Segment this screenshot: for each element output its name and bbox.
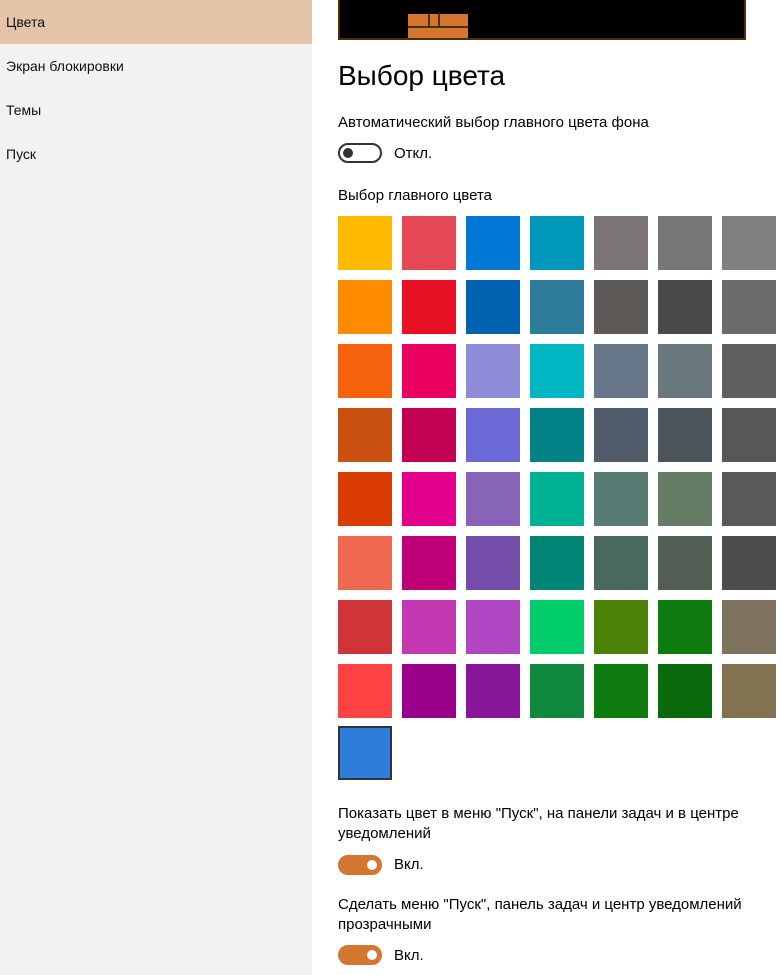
color-swatch[interactable]	[658, 216, 712, 270]
show-color-state: Вкл.	[394, 856, 424, 873]
color-swatch[interactable]	[722, 280, 776, 334]
page-title: Выбор цвета	[338, 60, 782, 92]
color-swatch[interactable]	[338, 536, 392, 590]
sidebar-item-3[interactable]: Пуск	[0, 132, 312, 176]
auto-color-label: Автоматический выбор главного цвета фона	[338, 114, 782, 131]
color-swatch[interactable]	[338, 280, 392, 334]
color-swatch[interactable]	[530, 408, 584, 462]
show-color-toggle[interactable]	[338, 855, 382, 875]
color-swatch[interactable]	[402, 408, 456, 462]
color-swatch[interactable]	[402, 536, 456, 590]
color-swatch[interactable]	[594, 664, 648, 718]
color-swatch[interactable]	[594, 472, 648, 526]
color-swatch[interactable]	[658, 472, 712, 526]
color-swatch[interactable]	[466, 216, 520, 270]
color-swatch[interactable]	[402, 216, 456, 270]
color-swatch[interactable]	[530, 664, 584, 718]
color-swatch[interactable]	[402, 280, 456, 334]
selected-color-swatch[interactable]	[338, 726, 392, 780]
auto-color-toggle[interactable]	[338, 143, 382, 163]
color-swatch[interactable]	[466, 664, 520, 718]
sidebar-item-2[interactable]: Темы	[0, 88, 312, 132]
color-swatch[interactable]	[722, 600, 776, 654]
color-swatch[interactable]	[402, 664, 456, 718]
color-swatch[interactable]	[722, 664, 776, 718]
color-swatch[interactable]	[658, 408, 712, 462]
color-swatch[interactable]	[530, 600, 584, 654]
color-swatch[interactable]	[658, 280, 712, 334]
color-swatch[interactable]	[722, 408, 776, 462]
color-swatch[interactable]	[338, 408, 392, 462]
color-swatch[interactable]	[402, 472, 456, 526]
color-swatch[interactable]	[530, 536, 584, 590]
color-swatch[interactable]	[466, 472, 520, 526]
color-swatch[interactable]	[466, 536, 520, 590]
transparency-state: Вкл.	[394, 947, 424, 964]
color-swatch[interactable]	[594, 536, 648, 590]
color-swatch[interactable]	[594, 280, 648, 334]
color-swatch[interactable]	[594, 408, 648, 462]
color-swatch[interactable]	[402, 344, 456, 398]
color-swatch[interactable]	[466, 408, 520, 462]
color-swatch[interactable]	[658, 664, 712, 718]
color-swatch[interactable]	[594, 216, 648, 270]
color-swatch[interactable]	[594, 600, 648, 654]
color-swatch[interactable]	[338, 600, 392, 654]
settings-sidebar: ЦветаЭкран блокировкиТемыПуск	[0, 0, 312, 975]
color-swatch[interactable]	[402, 600, 456, 654]
color-swatch[interactable]	[658, 600, 712, 654]
settings-main: Выбор цвета Автоматический выбор главног…	[312, 0, 782, 975]
color-swatch[interactable]	[338, 664, 392, 718]
color-swatch[interactable]	[594, 344, 648, 398]
color-swatch[interactable]	[466, 344, 520, 398]
color-swatch[interactable]	[722, 472, 776, 526]
color-grid	[338, 216, 782, 718]
color-swatch[interactable]	[530, 280, 584, 334]
color-swatch[interactable]	[658, 344, 712, 398]
color-swatch[interactable]	[466, 280, 520, 334]
sidebar-item-0[interactable]: Цвета	[0, 0, 312, 44]
show-color-label: Показать цвет в меню "Пуск", на панели з…	[338, 804, 758, 845]
color-swatch[interactable]	[722, 344, 776, 398]
transparency-label: Сделать меню "Пуск", панель задач и цент…	[338, 895, 758, 936]
color-swatch[interactable]	[338, 216, 392, 270]
color-swatch[interactable]	[338, 472, 392, 526]
accent-color-label: Выбор главного цвета	[338, 187, 782, 204]
color-swatch[interactable]	[530, 344, 584, 398]
color-swatch[interactable]	[530, 472, 584, 526]
auto-color-state: Откл.	[394, 145, 432, 162]
theme-preview	[338, 0, 746, 40]
color-swatch[interactable]	[466, 600, 520, 654]
color-swatch[interactable]	[722, 216, 776, 270]
color-swatch[interactable]	[722, 536, 776, 590]
sidebar-item-1[interactable]: Экран блокировки	[0, 44, 312, 88]
transparency-toggle[interactable]	[338, 945, 382, 965]
color-swatch[interactable]	[530, 216, 584, 270]
color-swatch[interactable]	[658, 536, 712, 590]
color-swatch[interactable]	[338, 344, 392, 398]
